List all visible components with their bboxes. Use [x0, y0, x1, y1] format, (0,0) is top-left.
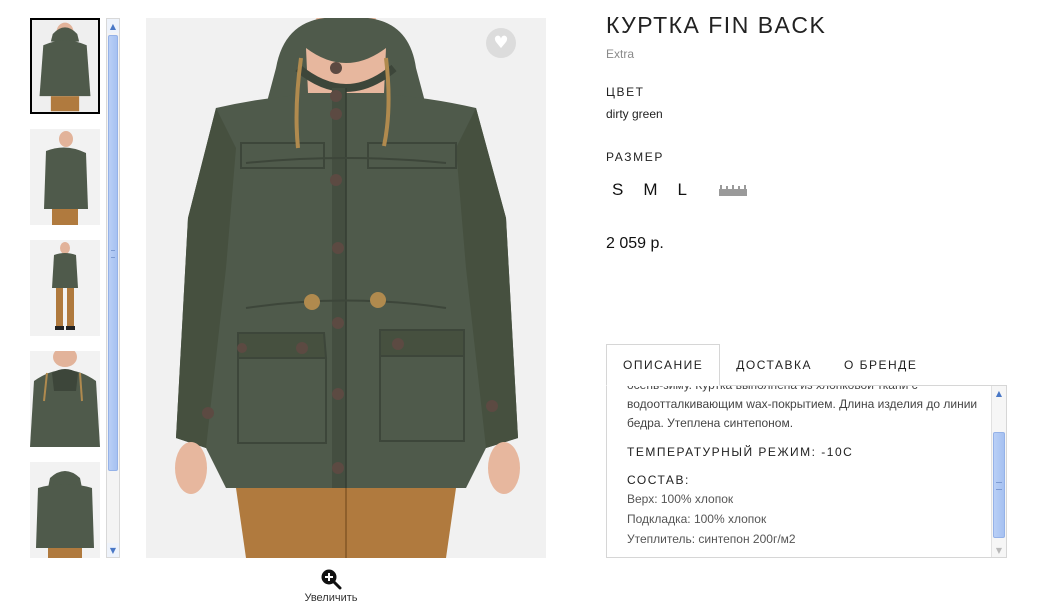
- ruler-icon[interactable]: [718, 184, 747, 196]
- composition-item: Подкладка: 100% хлопок: [627, 512, 767, 526]
- zoom-button[interactable]: Увеличить: [296, 568, 366, 604]
- composition-item: Утеплитель: синтепон 200г/м2: [627, 532, 796, 546]
- scroll-down-arrow-icon[interactable]: ▼: [992, 543, 1006, 557]
- description-content: осень-зиму. Куртка выполнена из хлопково…: [627, 385, 987, 549]
- jacket-illustration: [146, 18, 546, 558]
- temperature-heading: ТЕМПЕРАТУРНЫЙ РЕЖИМ: -10С: [627, 445, 854, 459]
- main-product-image[interactable]: [146, 18, 546, 558]
- zoom-in-icon: [321, 569, 342, 590]
- scrollbar-thumb[interactable]: [993, 432, 1005, 538]
- scroll-up-arrow-icon[interactable]: ▲: [107, 19, 119, 33]
- composition-heading: СОСТАВ:: [627, 473, 690, 487]
- color-label: ЦВЕТ: [606, 85, 645, 99]
- thumbnail-image: [30, 240, 100, 336]
- thumbnail-5[interactable]: [30, 462, 100, 558]
- info-tabs: ОПИСАНИЕ ДОСТАВКА О БРЕНДЕ: [606, 344, 933, 386]
- thumbnail-image: [30, 351, 100, 447]
- size-option-l[interactable]: L: [678, 180, 687, 200]
- size-selector: S M L: [612, 180, 747, 200]
- heart-icon: ♥: [493, 33, 509, 53]
- tab-delivery[interactable]: ДОСТАВКА: [720, 344, 828, 386]
- thumbnail-4[interactable]: [30, 351, 100, 447]
- scroll-down-arrow-icon[interactable]: ▼: [107, 543, 119, 557]
- size-label: РАЗМЕР: [606, 150, 664, 164]
- thumbnail-list: [30, 18, 100, 558]
- thumbnail-1[interactable]: [30, 18, 100, 114]
- favorite-button[interactable]: ♥: [486, 28, 516, 58]
- thumbnail-2[interactable]: [30, 129, 100, 225]
- description-text: водоотталкивающим wax-покрытием. Длина и…: [627, 397, 978, 430]
- description-panel[interactable]: осень-зиму. Куртка выполнена из хлопково…: [606, 385, 1007, 558]
- zoom-label: Увеличить: [304, 592, 358, 604]
- size-option-m[interactable]: M: [643, 180, 657, 200]
- color-value: dirty green: [606, 107, 663, 121]
- thumbnail-image: [30, 129, 100, 225]
- thumbnail-scrollbar[interactable]: ▲ ▼: [106, 18, 120, 558]
- thumbnail-3[interactable]: [30, 240, 100, 336]
- thumbnail-image: [30, 462, 100, 558]
- product-title: КУРТКА FIN BACK: [606, 12, 827, 38]
- product-brand[interactable]: Extra: [606, 47, 634, 61]
- scroll-up-arrow-icon[interactable]: ▲: [992, 386, 1006, 400]
- composition-item: Верх: 100% хлопок: [627, 492, 734, 506]
- tab-brand[interactable]: О БРЕНДЕ: [828, 344, 933, 386]
- thumbnail-image: [32, 20, 98, 112]
- description-partial-line: осень-зиму. Куртка выполнена из хлопково…: [627, 385, 918, 392]
- size-option-s[interactable]: S: [612, 180, 623, 200]
- product-price: 2 059 р.: [606, 235, 664, 252]
- tab-description[interactable]: ОПИСАНИЕ: [606, 344, 721, 386]
- description-scrollbar[interactable]: ▲ ▼: [991, 386, 1006, 557]
- scrollbar-thumb[interactable]: [108, 35, 118, 471]
